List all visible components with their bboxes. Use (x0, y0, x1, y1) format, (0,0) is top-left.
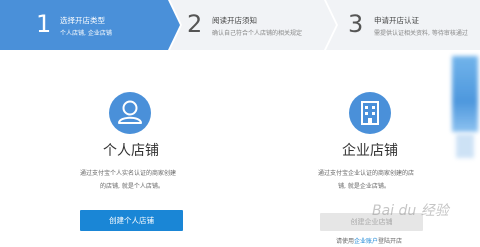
personal-store-title: 个人店铺 (103, 143, 159, 159)
enterprise-account-link[interactable]: 企业账户 (354, 238, 378, 245)
enterprise-login-hint: 请使用企业账户登陆开店 (336, 236, 402, 245)
step-2-subtitle: 确认自己符合个人店铺的相关规定 (212, 30, 303, 37)
personal-store-desc-line2: 的店铺, 就是个人店铺。 (100, 183, 164, 190)
step-3-title: 申请开店认证 (374, 16, 419, 25)
person-icon (109, 92, 151, 134)
step-1-number: 1 (36, 10, 52, 38)
login-hint-prefix: 请使用 (336, 238, 355, 245)
step-1: 1 选择开店类型 个人店铺, 企业店铺 (0, 0, 168, 50)
step-2-number: 2 (187, 10, 203, 38)
step-3-subtitle: 需提供认证相关资料, 等待审核通过 (374, 30, 468, 37)
enterprise-store-title: 企业店铺 (342, 143, 398, 159)
step-2: 2 阅读开店须知 确认自己符合个人店铺的相关规定 (168, 0, 324, 50)
enterprise-store-desc-line1: 通过支付宝企业认证的商家创建的店 (318, 170, 415, 177)
building-icon (349, 92, 391, 134)
personal-store-desc-line1: 通过支付宝个人实名认证的商家创建 (80, 170, 177, 177)
enterprise-store-desc-line2: 铺, 就是企业店铺。 (338, 183, 390, 190)
step-2-title: 阅读开店须知 (212, 16, 257, 25)
step-3-number: 3 (348, 10, 364, 38)
step-1-subtitle: 个人店铺, 企业店铺 (60, 30, 112, 37)
step-progress-bar: 1 选择开店类型 个人店铺, 企业店铺 2 阅读开店须知 确认自己符合个人店铺的… (0, 0, 480, 50)
create-personal-store-button[interactable]: 创建个人店铺 (80, 210, 183, 231)
login-hint-suffix: 登陆开店 (378, 238, 403, 245)
blurred-side-panel (452, 56, 478, 132)
step-1-title: 选择开店类型 (60, 16, 105, 25)
baidu-watermark: Bai du 经验 (372, 203, 449, 219)
step-3: 3 申请开店认证 需提供认证相关资料, 等待审核通过 (324, 0, 480, 50)
blurred-side-widget (456, 134, 474, 158)
